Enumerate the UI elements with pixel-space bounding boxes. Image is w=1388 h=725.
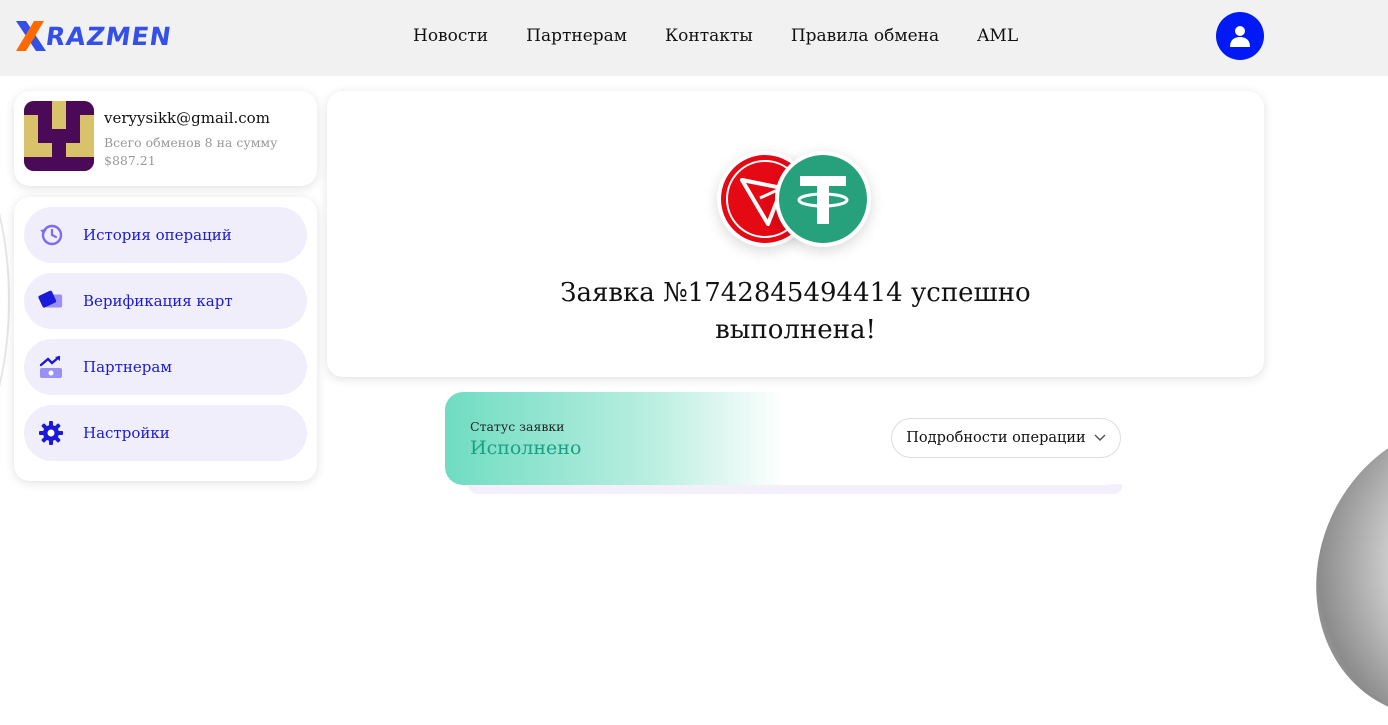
menu-item-label: История операций xyxy=(83,226,232,244)
profile-stats: Всего обменов 8 на сумму $887.21 xyxy=(104,134,304,170)
header: RAZMEN Новости Партнерам Контакты Правил… xyxy=(0,0,1388,76)
user-icon xyxy=(1230,26,1250,47)
tether-icon xyxy=(775,151,871,247)
main-nav: Новости Партнерам Контакты Правила обмен… xyxy=(413,24,1056,48)
status-value: Исполнено xyxy=(470,437,582,459)
menu-item-label: Верификация карт xyxy=(83,292,233,310)
background-decoration-right xyxy=(1268,379,1388,725)
page: RAZMEN Новости Партнерам Контакты Правил… xyxy=(0,0,1388,725)
side-menu: История операций Верификация карт Партне… xyxy=(14,197,317,481)
menu-item-label: Партнерам xyxy=(83,358,173,376)
menu-item-label: Настройки xyxy=(83,424,170,442)
menu-item-settings[interactable]: Настройки xyxy=(24,405,307,461)
logo-x-icon xyxy=(16,21,46,51)
currency-pair xyxy=(717,151,877,251)
profile-card: veryysikk@gmail.com Всего обменов 8 на с… xyxy=(14,91,317,186)
pixel-avatar xyxy=(24,101,94,171)
nav-item-partners[interactable]: Партнерам xyxy=(526,24,627,48)
status-bar-underlay xyxy=(468,484,1123,494)
operation-details-label: Подробности операции xyxy=(906,430,1086,446)
partners-icon xyxy=(38,354,64,380)
menu-item-partners[interactable]: Партнерам xyxy=(24,339,307,395)
nav-item-news[interactable]: Новости xyxy=(413,24,488,48)
card-icon xyxy=(38,288,64,314)
profile-stats-count: Всего обменов 8 на сумму xyxy=(104,135,278,150)
user-account-button[interactable] xyxy=(1216,12,1264,60)
logo-text: RAZMEN xyxy=(43,21,174,51)
nav-item-contacts[interactable]: Контакты xyxy=(665,24,753,48)
chevron-down-icon xyxy=(1094,434,1106,442)
order-result-title-line1: Заявка №1742845494414 успешно xyxy=(560,278,1031,308)
logo[interactable]: RAZMEN xyxy=(14,17,174,55)
order-result-title-line2: выполнена! xyxy=(715,315,876,345)
profile-stats-sum: $887.21 xyxy=(104,153,156,168)
history-icon xyxy=(38,222,64,248)
background-decoration-left xyxy=(0,120,10,480)
order-result-card: Заявка №1742845494414 успешно выполнена! xyxy=(327,91,1264,377)
profile-email: veryysikk@gmail.com xyxy=(104,109,270,127)
menu-item-card-verification[interactable]: Верификация карт xyxy=(24,273,307,329)
nav-item-aml[interactable]: AML xyxy=(977,24,1018,48)
status-label: Статус заявки xyxy=(470,419,565,434)
order-result-title: Заявка №1742845494414 успешно выполнена! xyxy=(527,275,1064,349)
nav-item-exchange-rules[interactable]: Правила обмена xyxy=(791,24,939,48)
order-status-bar: Статус заявки Исполнено Подробности опер… xyxy=(445,392,1125,485)
menu-item-history[interactable]: История операций xyxy=(24,207,307,263)
gear-icon xyxy=(38,420,64,446)
operation-details-dropdown[interactable]: Подробности операции xyxy=(891,418,1121,458)
